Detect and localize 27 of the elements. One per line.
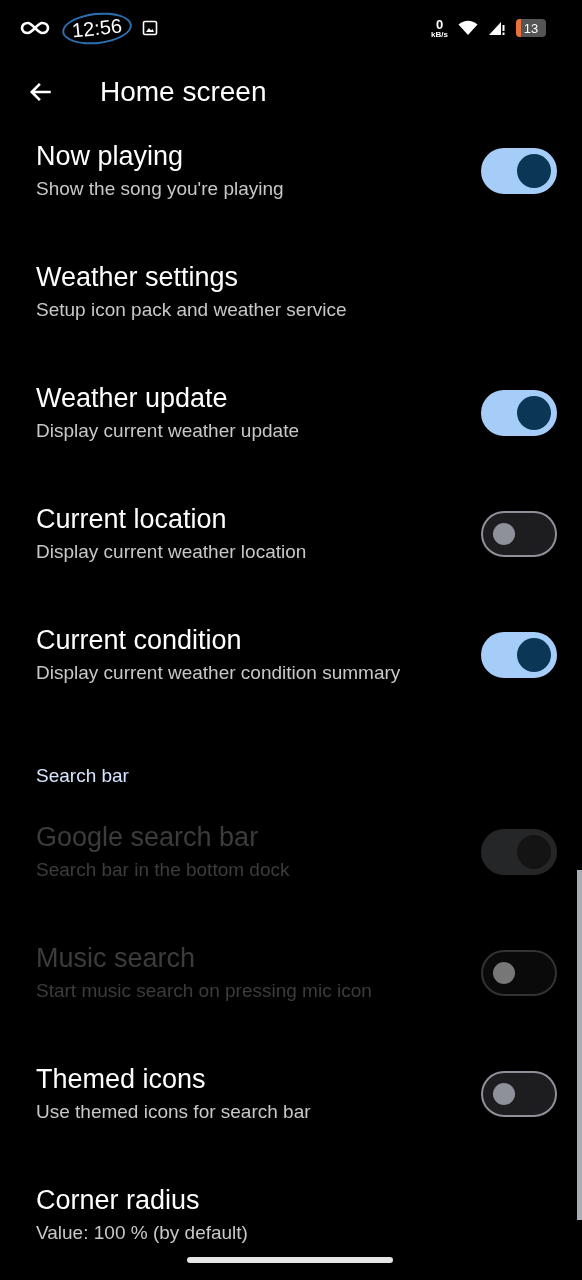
- setting-summary: Start music search on pressing mic icon: [36, 980, 372, 1002]
- toggle-switch[interactable]: [481, 1070, 557, 1117]
- setting-title[interactable]: Weather settings: [36, 262, 239, 293]
- setting-title[interactable]: Weather update: [36, 383, 228, 414]
- battery-icon: 13: [516, 19, 546, 37]
- setting-summary: Display current weather location: [36, 541, 307, 563]
- setting-title[interactable]: Now playing: [36, 141, 184, 172]
- setting-summary: Setup icon pack and weather service: [36, 299, 347, 321]
- net-speed: 0: [435, 17, 444, 31]
- setting-summary: Search bar in the bottom dock: [36, 859, 290, 881]
- image-icon: [142, 20, 159, 36]
- setting-summary: Value: 100 % (by default): [36, 1222, 248, 1244]
- signal-icon: [488, 20, 506, 36]
- setting-title[interactable]: Current location: [36, 504, 227, 535]
- setting-summary: Show the song you're playing: [36, 178, 284, 200]
- setting-summary: Display current weather condition summary: [36, 662, 401, 684]
- infinity-icon: [20, 21, 50, 35]
- setting-title[interactable]: Current condition: [36, 625, 242, 656]
- section-header: Search bar: [36, 765, 129, 787]
- wifi-icon: [458, 20, 478, 36]
- setting-title[interactable]: Themed icons: [36, 1064, 206, 1095]
- net-speed-unit: kB/s: [431, 30, 448, 39]
- screen-title: Home screen: [100, 76, 267, 108]
- toggle-switch[interactable]: [481, 510, 557, 557]
- setting-summary: Display current weather update: [36, 420, 299, 442]
- setting-title[interactable]: Corner radius: [36, 1185, 200, 1216]
- setting-summary: Use themed icons for search bar: [36, 1101, 311, 1123]
